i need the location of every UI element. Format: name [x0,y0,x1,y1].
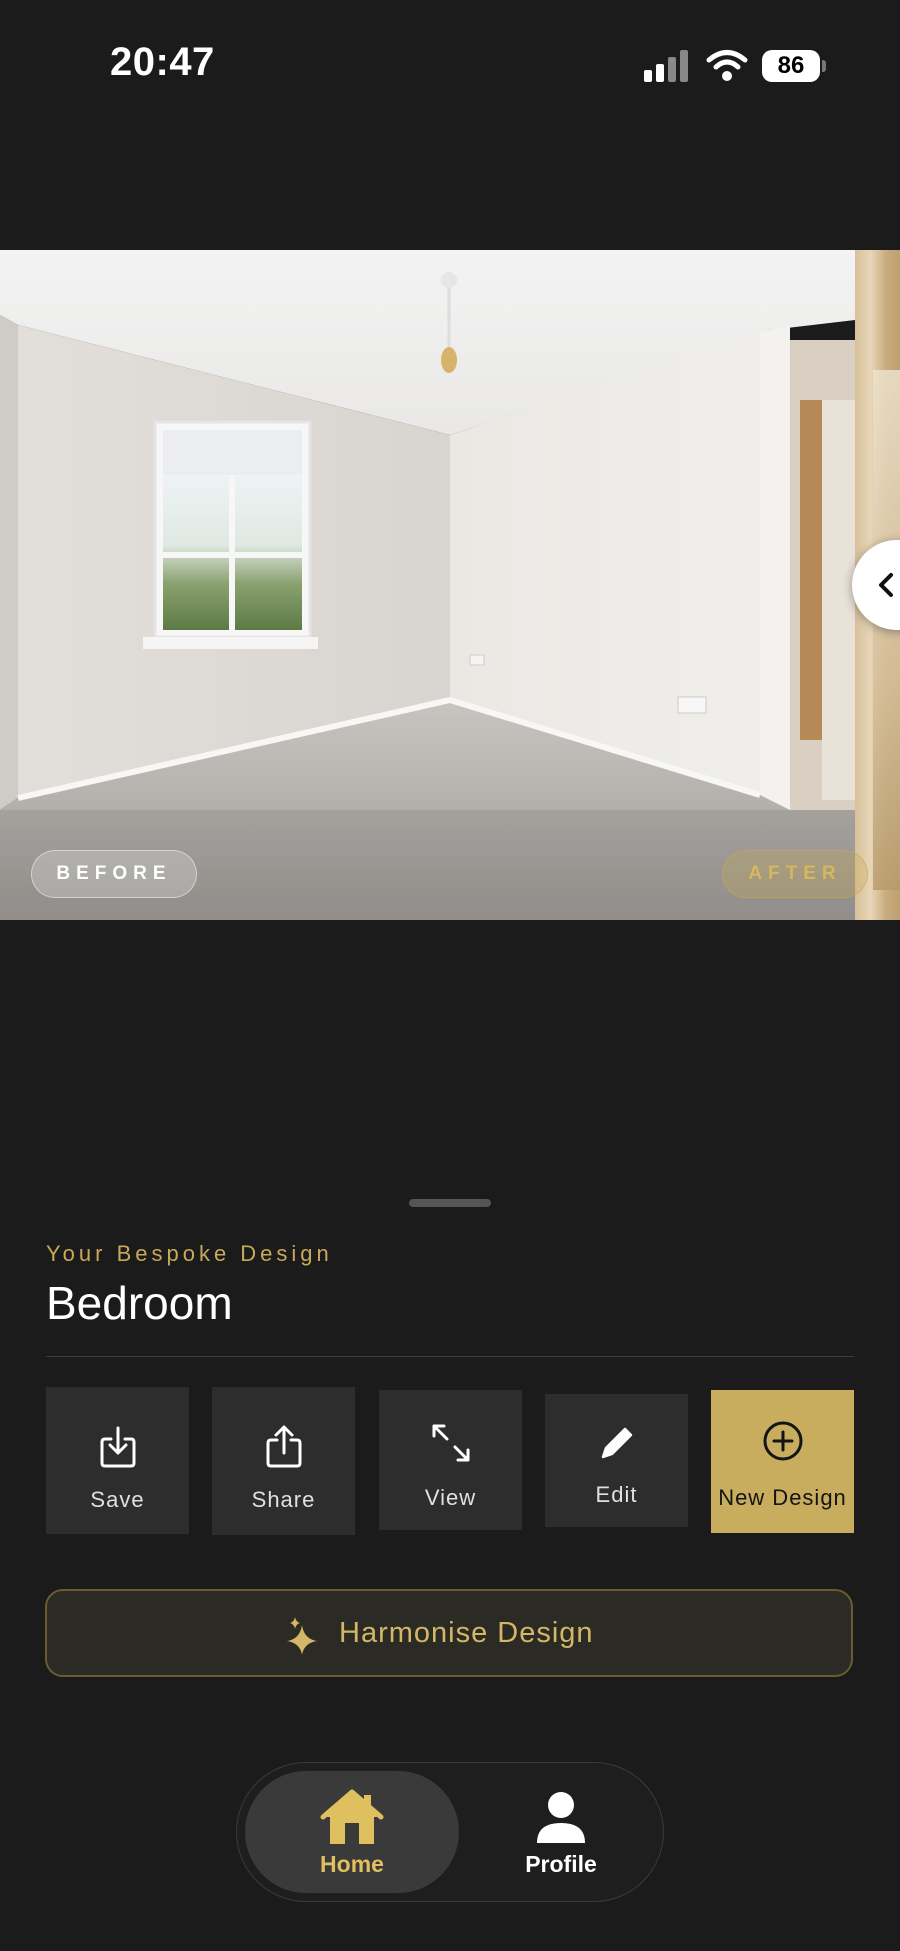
download-icon [100,1426,135,1468]
tab-home[interactable]: Home [245,1771,459,1893]
view-label: View [424,1485,477,1510]
after-badge: AFTER [722,850,868,898]
design-eyebrow: Your Bespoke Design [46,1241,333,1266]
share-button[interactable]: Share [212,1387,355,1535]
expand-icon [432,1424,469,1462]
view-button[interactable]: View [379,1390,522,1530]
before-after-compare[interactable]: BEFORE AFTER [0,250,900,920]
save-label: Save [90,1487,145,1512]
tab-bar: Home Profile [236,1762,664,1902]
tab-profile[interactable]: Profile [465,1771,657,1893]
harmonise-label: Harmonise Design [339,1617,594,1649]
status-time: 20:47 [110,40,215,84]
tab-profile-label: Profile [525,1851,597,1877]
tab-home-label: Home [320,1851,384,1877]
wifi-icon [706,50,748,81]
cellular-signal-icon [644,50,690,82]
house-icon [320,1789,384,1844]
share-icon [266,1425,301,1468]
new-design-label: New Design [718,1485,847,1510]
edit-label: Edit [595,1482,638,1507]
person-icon [537,1792,585,1843]
share-label: Share [251,1487,316,1512]
harmonise-design-button[interactable]: Harmonise Design [45,1589,853,1677]
before-badge: BEFORE [31,850,197,898]
divider [46,1356,854,1357]
sheet-grabber[interactable] [409,1199,491,1207]
sparkle-icon [287,1617,317,1655]
design-title: Bedroom [46,1277,233,1329]
save-button[interactable]: Save [46,1387,189,1534]
chevron-left-icon [879,573,893,597]
edit-button[interactable]: Edit [545,1394,688,1527]
room-photo [0,250,855,920]
new-design-button[interactable]: New Design [711,1390,854,1533]
pencil-icon [601,1427,632,1459]
battery-indicator: 86 [762,50,826,82]
status-bar: 20:47 86 [0,0,900,130]
plus-circle-icon [763,1421,802,1461]
